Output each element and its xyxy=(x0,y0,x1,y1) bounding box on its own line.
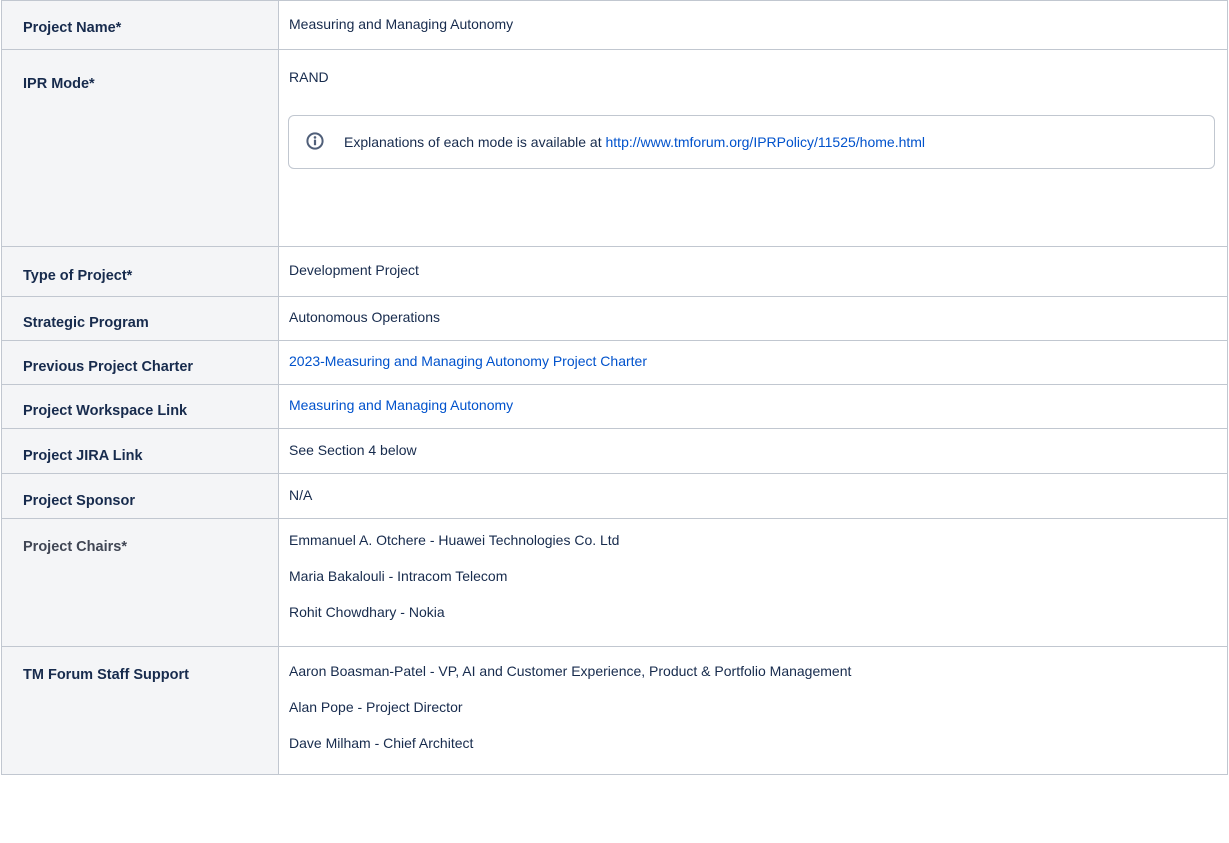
table-row: Previous Project Charter 2023-Measuring … xyxy=(1,340,1228,385)
strategic-program-value: Autonomous Operations xyxy=(289,309,440,325)
staff-item: Dave Milham - Chief Architect xyxy=(289,735,474,751)
row-label-previous-charter: Previous Project Charter xyxy=(1,340,279,385)
row-value-sponsor: N/A xyxy=(278,473,1228,519)
chair-item: Rohit Chowdhary - Nokia xyxy=(289,604,445,620)
previous-charter-link[interactable]: 2023-Measuring and Managing Autonomy Pro… xyxy=(289,353,647,369)
sponsor-value: N/A xyxy=(289,487,313,503)
info-message: Explanations of each mode is available a… xyxy=(344,134,925,150)
row-value-ipr-mode: RAND Explanations of each mode is availa… xyxy=(278,49,1228,247)
row-label-project-chairs: Project Chairs* xyxy=(1,518,279,647)
staff-item: Alan Pope - Project Director xyxy=(289,699,463,715)
table-row: IPR Mode* RAND Explanations of each mode… xyxy=(1,49,1228,247)
row-label-workspace-link: Project Workspace Link xyxy=(1,384,279,429)
table-row: Project JIRA Link See Section 4 below xyxy=(1,428,1228,474)
row-label-type-of-project: Type of Project* xyxy=(1,246,279,297)
row-label-sponsor: Project Sponsor xyxy=(1,473,279,519)
table-row: Project Sponsor N/A xyxy=(1,473,1228,519)
table-row: Type of Project* Development Project xyxy=(1,246,1228,297)
table-row: TM Forum Staff Support Aaron Boasman-Pat… xyxy=(1,646,1228,775)
row-label-jira-link: Project JIRA Link xyxy=(1,428,279,474)
chair-item: Emmanuel A. Otchere - Huawei Technologie… xyxy=(289,532,620,548)
ipr-policy-link[interactable]: http://www.tmforum.org/IPRPolicy/11525/h… xyxy=(606,134,926,150)
table-row: Project Workspace Link Measuring and Man… xyxy=(1,384,1228,429)
row-value-previous-charter: 2023-Measuring and Managing Autonomy Pro… xyxy=(278,340,1228,385)
info-text: Explanations of each mode is available a… xyxy=(344,134,606,150)
info-panel: Explanations of each mode is available a… xyxy=(288,115,1215,169)
table-row: Strategic Program Autonomous Operations xyxy=(1,296,1228,341)
ipr-mode-value: RAND xyxy=(289,69,329,85)
type-of-project-value: Development Project xyxy=(289,262,419,278)
row-label-strategic-program: Strategic Program xyxy=(1,296,279,341)
staff-item: Aaron Boasman-Patel - VP, AI and Custome… xyxy=(289,663,852,679)
table-row: Project Chairs* Emmanuel A. Otchere - Hu… xyxy=(1,518,1228,647)
row-label-staff-support: TM Forum Staff Support xyxy=(1,646,279,775)
info-icon xyxy=(306,132,324,150)
chair-item: Maria Bakalouli - Intracom Telecom xyxy=(289,568,508,584)
row-value-strategic-program: Autonomous Operations xyxy=(278,296,1228,341)
row-value-project-chairs: Emmanuel A. Otchere - Huawei Technologie… xyxy=(278,518,1228,647)
project-charter-table: Project Name* Measuring and Managing Aut… xyxy=(1,0,1228,775)
row-value-project-name: Measuring and Managing Autonomy xyxy=(278,0,1228,50)
row-value-staff-support: Aaron Boasman-Patel - VP, AI and Custome… xyxy=(278,646,1228,775)
workspace-link[interactable]: Measuring and Managing Autonomy xyxy=(289,397,513,413)
row-label-ipr-mode: IPR Mode* xyxy=(1,49,279,247)
table-row: Project Name* Measuring and Managing Aut… xyxy=(1,0,1228,50)
jira-link-value: See Section 4 below xyxy=(289,442,417,458)
project-name-value: Measuring and Managing Autonomy xyxy=(289,16,514,32)
row-value-jira-link: See Section 4 below xyxy=(278,428,1228,474)
row-label-project-name: Project Name* xyxy=(1,0,279,50)
row-value-workspace-link: Measuring and Managing Autonomy xyxy=(278,384,1228,429)
row-value-type-of-project: Development Project xyxy=(278,246,1228,297)
